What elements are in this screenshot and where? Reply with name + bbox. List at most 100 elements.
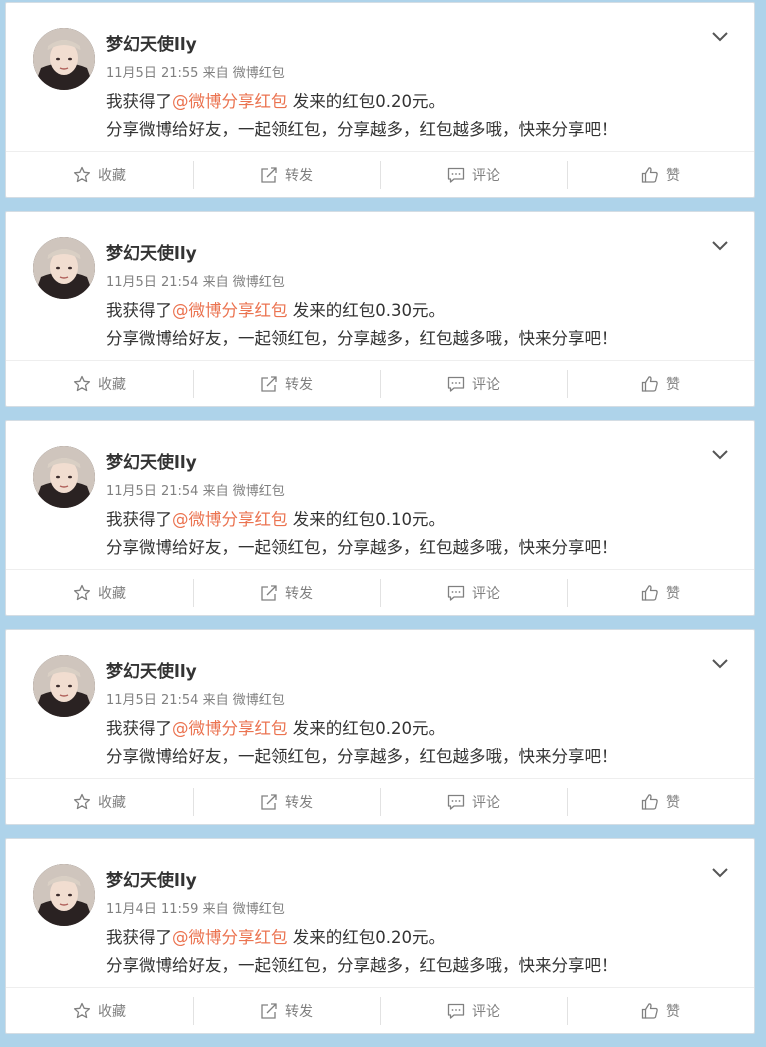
like-label: 赞 bbox=[666, 168, 680, 184]
chevron-down-icon[interactable] bbox=[710, 29, 730, 43]
favorite-label: 收藏 bbox=[98, 377, 126, 393]
repost-icon bbox=[260, 375, 278, 393]
weibo-post-card: 梦幻天使lly 11月5日 21:55 来自 微博红包 我获得了@微博分享红包 … bbox=[5, 2, 755, 198]
mention-link[interactable]: @微博分享红包 bbox=[172, 928, 288, 947]
avatar[interactable] bbox=[33, 237, 95, 299]
like-button[interactable]: 赞 bbox=[567, 579, 754, 607]
like-label: 赞 bbox=[666, 586, 680, 602]
avatar-image bbox=[33, 237, 95, 299]
text-prefix: 我获得了 bbox=[106, 92, 172, 111]
post-text-line2: 分享微博给好友，一起领红包，分享越多，红包越多哦，快来分享吧！ bbox=[106, 329, 618, 348]
weibo-post-card: 梦幻天使lly 11月5日 21:54 来自 微博红包 我获得了@微博分享红包 … bbox=[5, 629, 755, 825]
text-prefix: 我获得了 bbox=[106, 928, 172, 947]
username[interactable]: 梦幻天使lly bbox=[106, 661, 197, 683]
favorite-button[interactable]: 收藏 bbox=[6, 581, 193, 605]
favorite-button[interactable]: 收藏 bbox=[6, 163, 193, 187]
avatar[interactable] bbox=[33, 864, 95, 926]
favorite-label: 收藏 bbox=[98, 586, 126, 602]
username[interactable]: 梦幻天使lly bbox=[106, 452, 197, 474]
source-app-link[interactable]: 微博红包 bbox=[233, 484, 285, 499]
post-time[interactable]: 11月4日 11:59 bbox=[106, 902, 198, 917]
text-prefix: 我获得了 bbox=[106, 301, 172, 320]
weibo-post-card: 梦幻天使lly 11月4日 11:59 来自 微博红包 我获得了@微博分享红包 … bbox=[5, 838, 755, 1034]
mention-link[interactable]: @微博分享红包 bbox=[172, 719, 288, 738]
star-icon bbox=[73, 793, 91, 811]
comment-button[interactable]: 评论 bbox=[380, 788, 567, 816]
thumbs-up-icon bbox=[641, 793, 659, 811]
text-suffix: 发来的红包0.20元。 bbox=[287, 719, 445, 738]
favorite-button[interactable]: 收藏 bbox=[6, 790, 193, 814]
comment-button[interactable]: 评论 bbox=[380, 161, 567, 189]
comment-label: 评论 bbox=[472, 795, 500, 811]
comment-label: 评论 bbox=[472, 377, 500, 393]
text-prefix: 我获得了 bbox=[106, 719, 172, 738]
repost-label: 转发 bbox=[285, 795, 313, 811]
avatar[interactable] bbox=[33, 446, 95, 508]
chevron-down-icon[interactable] bbox=[710, 865, 730, 879]
from-prefix: 来自 bbox=[202, 66, 229, 81]
like-button[interactable]: 赞 bbox=[567, 997, 754, 1025]
repost-button[interactable]: 转发 bbox=[193, 370, 380, 398]
post-text: 我获得了@微博分享红包 发来的红包0.20元。 bbox=[106, 90, 445, 114]
source-app-link[interactable]: 微博红包 bbox=[233, 66, 285, 81]
star-icon bbox=[73, 1002, 91, 1020]
weibo-feed: 梦幻天使lly 11月5日 21:55 来自 微博红包 我获得了@微博分享红包 … bbox=[5, 2, 755, 1047]
repost-button[interactable]: 转发 bbox=[193, 997, 380, 1025]
thumbs-up-icon bbox=[641, 584, 659, 602]
post-text-line2: 分享微博给好友，一起领红包，分享越多，红包越多哦，快来分享吧！ bbox=[106, 538, 618, 557]
like-button[interactable]: 赞 bbox=[567, 788, 754, 816]
star-icon bbox=[73, 375, 91, 393]
like-button[interactable]: 赞 bbox=[567, 370, 754, 398]
favorite-button[interactable]: 收藏 bbox=[6, 372, 193, 396]
comment-button[interactable]: 评论 bbox=[380, 997, 567, 1025]
comment-icon bbox=[447, 166, 465, 184]
repost-icon bbox=[260, 1002, 278, 1020]
action-bar: 收藏 转发 评论 赞 bbox=[6, 151, 754, 198]
comment-label: 评论 bbox=[472, 586, 500, 602]
text-suffix: 发来的红包0.20元。 bbox=[287, 928, 445, 947]
repost-button[interactable]: 转发 bbox=[193, 579, 380, 607]
comment-button[interactable]: 评论 bbox=[380, 370, 567, 398]
username[interactable]: 梦幻天使lly bbox=[106, 34, 197, 56]
source-app-link[interactable]: 微博红包 bbox=[233, 902, 285, 917]
favorite-label: 收藏 bbox=[98, 168, 126, 184]
repost-label: 转发 bbox=[285, 586, 313, 602]
comment-label: 评论 bbox=[472, 168, 500, 184]
weibo-post-card: 梦幻天使lly 11月5日 21:54 来自 微博红包 我获得了@微博分享红包 … bbox=[5, 420, 755, 616]
post-time[interactable]: 11月5日 21:55 bbox=[106, 66, 198, 81]
username[interactable]: 梦幻天使lly bbox=[106, 243, 197, 265]
star-icon bbox=[73, 584, 91, 602]
chevron-down-icon[interactable] bbox=[710, 656, 730, 670]
avatar-image bbox=[33, 864, 95, 926]
avatar[interactable] bbox=[33, 655, 95, 717]
comment-icon bbox=[447, 793, 465, 811]
repost-icon bbox=[260, 166, 278, 184]
repost-icon bbox=[260, 584, 278, 602]
like-button[interactable]: 赞 bbox=[567, 161, 754, 189]
text-prefix: 我获得了 bbox=[106, 510, 172, 529]
chevron-down-icon[interactable] bbox=[710, 238, 730, 252]
source-app-link[interactable]: 微博红包 bbox=[233, 693, 285, 708]
post-time[interactable]: 11月5日 21:54 bbox=[106, 275, 198, 290]
repost-button[interactable]: 转发 bbox=[193, 788, 380, 816]
mention-link[interactable]: @微博分享红包 bbox=[172, 92, 288, 111]
favorite-button[interactable]: 收藏 bbox=[6, 999, 193, 1023]
like-label: 赞 bbox=[666, 377, 680, 393]
post-text: 我获得了@微博分享红包 发来的红包0.10元。 bbox=[106, 508, 445, 532]
chevron-down-icon[interactable] bbox=[710, 447, 730, 461]
post-time[interactable]: 11月5日 21:54 bbox=[106, 484, 198, 499]
text-suffix: 发来的红包0.20元。 bbox=[287, 92, 445, 111]
from-prefix: 来自 bbox=[202, 902, 229, 917]
favorite-label: 收藏 bbox=[98, 795, 126, 811]
mention-link[interactable]: @微博分享红包 bbox=[172, 301, 288, 320]
mention-link[interactable]: @微博分享红包 bbox=[172, 510, 288, 529]
repost-button[interactable]: 转发 bbox=[193, 161, 380, 189]
post-time[interactable]: 11月5日 21:54 bbox=[106, 693, 198, 708]
username[interactable]: 梦幻天使lly bbox=[106, 870, 197, 892]
source-app-link[interactable]: 微博红包 bbox=[233, 275, 285, 290]
avatar[interactable] bbox=[33, 28, 95, 90]
like-label: 赞 bbox=[666, 795, 680, 811]
post-text-line2: 分享微博给好友，一起领红包，分享越多，红包越多哦，快来分享吧！ bbox=[106, 747, 618, 766]
thumbs-up-icon bbox=[641, 1002, 659, 1020]
comment-button[interactable]: 评论 bbox=[380, 579, 567, 607]
